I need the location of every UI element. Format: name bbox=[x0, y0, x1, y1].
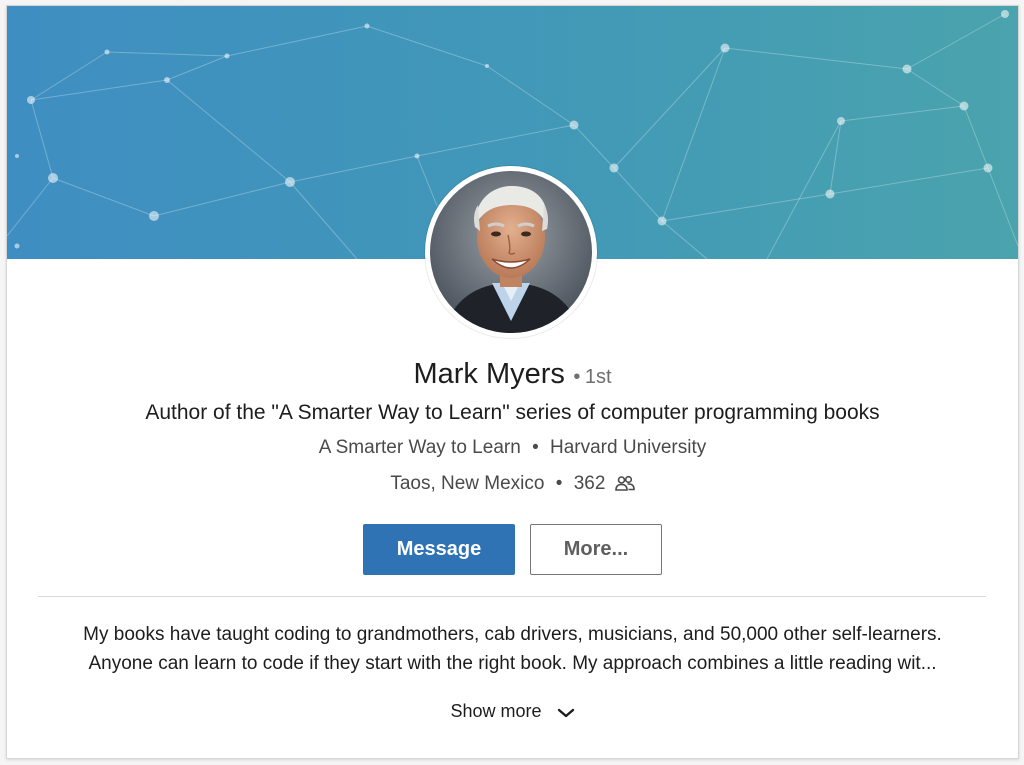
connections-link[interactable]: 362 bbox=[574, 473, 635, 494]
summary-line: Anyone can learn to code if they start w… bbox=[88, 653, 937, 674]
profile-name: Mark Myers bbox=[413, 358, 565, 390]
profile-location-row: Taos, New Mexico • 362 bbox=[7, 473, 1018, 497]
profile-headline: Author of the "A Smarter Way to Learn" s… bbox=[145, 401, 880, 424]
profile-card: Mark Myers • 1st Author of the "A Smarte… bbox=[6, 5, 1019, 759]
message-button[interactable]: Message bbox=[363, 524, 515, 575]
location: Taos, New Mexico bbox=[390, 473, 545, 494]
degree-separator: • bbox=[573, 366, 581, 388]
profile-affiliations: A Smarter Way to Learn • Harvard Univers… bbox=[7, 437, 1018, 459]
connections-count: 362 bbox=[573, 473, 606, 494]
separator: • bbox=[532, 437, 539, 458]
school-link[interactable]: Harvard University bbox=[550, 437, 706, 458]
summary-line: My books have taught coding to grandmoth… bbox=[83, 624, 942, 645]
divider bbox=[38, 596, 986, 597]
show-more-label: Show more bbox=[450, 701, 542, 721]
people-icon bbox=[614, 475, 635, 497]
chevron-down-icon bbox=[557, 702, 575, 723]
show-more-button[interactable]: Show more bbox=[7, 701, 1018, 723]
profile-name-row: Mark Myers • 1st bbox=[7, 358, 1018, 391]
separator: • bbox=[555, 473, 563, 494]
profile-photo-image bbox=[430, 171, 592, 333]
connection-degree: 1st bbox=[584, 366, 612, 388]
profile-photo bbox=[430, 171, 592, 333]
avatar[interactable] bbox=[425, 166, 597, 338]
company-link[interactable]: A Smarter Way to Learn bbox=[319, 437, 521, 458]
more-actions-button[interactable]: More... bbox=[530, 524, 662, 575]
profile-summary: My books have taught coding to grandmoth… bbox=[7, 620, 1018, 678]
